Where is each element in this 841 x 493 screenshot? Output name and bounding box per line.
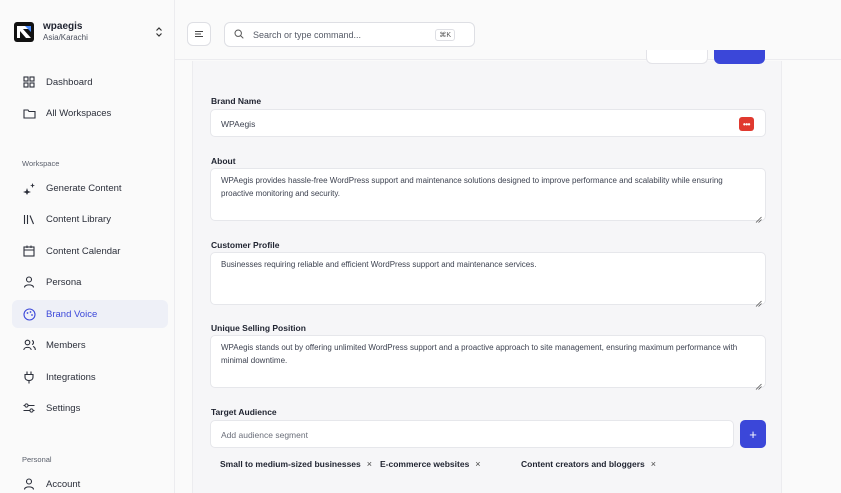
sidebar-item-all-workspaces[interactable]: All Workspaces (12, 99, 168, 127)
resize-handle-icon[interactable] (755, 294, 762, 307)
remove-chip-icon[interactable]: × (367, 459, 372, 469)
user-icon (22, 477, 36, 491)
dashboard-icon (22, 75, 36, 89)
sidebar-item-label: All Workspaces (46, 107, 112, 119)
usp-value: WPAegis stands out by offering unlimited… (221, 343, 738, 365)
audience-chip-label: Small to medium-sized businesses (220, 459, 361, 469)
chevron-up-down-icon (154, 26, 164, 39)
audience-chip: E-commerce websites × (380, 459, 481, 469)
brand-name-label: Brand Name (211, 96, 262, 106)
sidebar-item-label: Settings (46, 402, 81, 414)
sidebar-item-label: Content Calendar (46, 245, 121, 257)
audience-segment-input[interactable]: Add audience segment (210, 420, 734, 448)
secondary-action-button[interactable] (646, 50, 708, 64)
sidebar-item-label: Brand Voice (46, 308, 98, 320)
workspace-switcher[interactable]: wpaegis Asia/Karachi (14, 16, 164, 48)
section-label-personal: Personal (22, 455, 52, 464)
customer-profile-field[interactable]: Businesses requiring reliable and effici… (210, 252, 766, 307)
sidebar-item-content-calendar[interactable]: Content Calendar (12, 237, 168, 265)
audience-chip-label: Content creators and bloggers (521, 459, 645, 469)
plus-icon: + (749, 426, 757, 442)
sidebar-item-label: Content Library (46, 213, 111, 225)
calendar-icon (22, 244, 36, 258)
search-input[interactable]: Search or type command... ⌘K (224, 22, 475, 47)
sidebar-item-label: Members (46, 339, 86, 351)
about-label: About (211, 156, 236, 166)
audience-segment-placeholder: Add audience segment (221, 430, 308, 440)
customer-profile-value: Businesses requiring reliable and effici… (221, 260, 537, 269)
audience-chip-label: E-commerce websites (380, 459, 470, 469)
sidebar-item-account[interactable]: Account (12, 470, 168, 493)
sidebar: wpaegis Asia/Karachi Dashboard All Works… (0, 0, 175, 493)
sidebar-item-label: Generate Content (46, 182, 122, 194)
search-icon (234, 26, 244, 44)
plug-icon (22, 370, 36, 384)
about-value: WPAegis provides hassle-free WordPress s… (221, 176, 723, 198)
sidebar-item-brand-voice[interactable]: Brand Voice (12, 300, 168, 328)
sidebar-item-generate-content[interactable]: Generate Content (12, 174, 168, 202)
brand-name-value: WPAegis (221, 119, 256, 129)
primary-action-button[interactable] (714, 50, 765, 64)
palette-icon (22, 307, 36, 321)
audience-chip: Content creators and bloggers × (521, 459, 656, 469)
usp-label: Unique Selling Position (211, 323, 306, 333)
resize-handle-icon[interactable] (755, 210, 762, 223)
about-field[interactable]: WPAegis provides hassle-free WordPress s… (210, 168, 766, 223)
sidebar-item-persona[interactable]: Persona (12, 268, 168, 296)
workspace-logo (14, 22, 34, 42)
add-audience-button[interactable]: + (740, 420, 766, 448)
sidebar-item-integrations[interactable]: Integrations (12, 363, 168, 391)
brand-name-field[interactable]: WPAegis ••• (210, 109, 766, 137)
sparkles-icon (22, 181, 36, 195)
settings-sliders-icon (22, 401, 36, 415)
search-shortcut: ⌘K (435, 28, 455, 41)
section-label-workspace: Workspace (22, 159, 60, 168)
folder-icon (22, 106, 36, 120)
users-icon (22, 338, 36, 352)
user-icon (22, 275, 36, 289)
password-manager-icon[interactable]: ••• (739, 117, 754, 131)
audience-chip: Small to medium-sized businesses × (220, 459, 372, 469)
resize-handle-icon[interactable] (755, 377, 762, 390)
search-placeholder: Search or type command... (253, 29, 362, 40)
library-icon (22, 212, 36, 226)
sidebar-item-label: Persona (46, 276, 82, 288)
sidebar-item-content-library[interactable]: Content Library (12, 205, 168, 233)
usp-field[interactable]: WPAegis stands out by offering unlimited… (210, 335, 766, 390)
workspace-timezone: Asia/Karachi (43, 33, 88, 42)
customer-profile-label: Customer Profile (211, 240, 280, 250)
sidebar-item-label: Dashboard (46, 76, 93, 88)
sidebar-item-members[interactable]: Members (12, 331, 168, 359)
sidebar-item-label: Account (46, 478, 81, 490)
target-audience-label: Target Audience (211, 407, 277, 417)
workspace-name: wpaegis (43, 21, 83, 32)
sidebar-item-settings[interactable]: Settings (12, 394, 168, 422)
sidebar-toggle-button[interactable] (187, 22, 211, 46)
remove-chip-icon[interactable]: × (475, 459, 480, 469)
sidebar-item-label: Integrations (46, 371, 96, 383)
sidebar-item-dashboard[interactable]: Dashboard (12, 68, 168, 96)
remove-chip-icon[interactable]: × (651, 459, 656, 469)
menu-icon (194, 25, 204, 43)
